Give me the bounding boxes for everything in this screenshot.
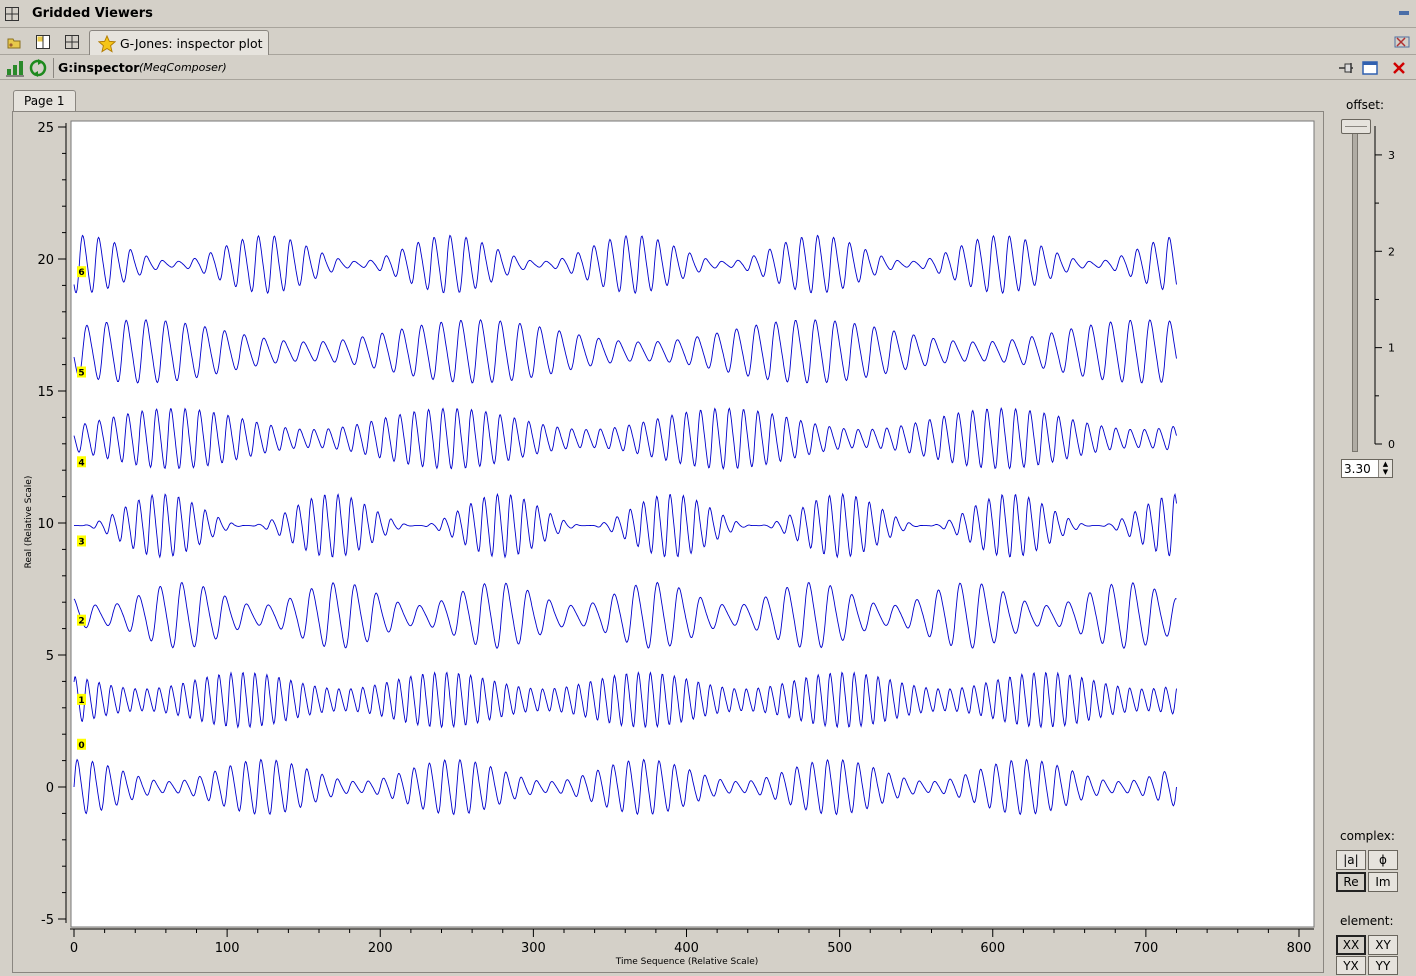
close-icon[interactable] bbox=[1390, 59, 1408, 77]
x-axis-label: Time Sequence (Relative Scale) bbox=[615, 957, 759, 967]
x-tick-label: 800 bbox=[1287, 941, 1312, 956]
y-tick-label: 5 bbox=[46, 649, 54, 664]
offset-value[interactable]: 3.30 bbox=[1344, 462, 1371, 476]
y-axis-label: Real (Relative Scale) bbox=[24, 476, 34, 569]
x-tick-label: 400 bbox=[674, 941, 699, 956]
slider-scale-label: 0 bbox=[1388, 438, 1395, 451]
spin-up-icon[interactable]: ▲ bbox=[1379, 460, 1392, 468]
spin-down-icon[interactable]: ▼ bbox=[1379, 468, 1392, 476]
slider-scale-label: 2 bbox=[1388, 245, 1395, 258]
element-label: element: bbox=[1340, 914, 1394, 928]
y-tick-label: 0 bbox=[46, 781, 54, 796]
series-label-5: 5 bbox=[78, 369, 84, 379]
series-label-4: 4 bbox=[78, 458, 84, 468]
slider-scale-label: 3 bbox=[1388, 149, 1395, 162]
offset-label: offset: bbox=[1346, 98, 1384, 112]
element-xx-button[interactable]: XX bbox=[1336, 935, 1366, 955]
close-tabs-icon[interactable] bbox=[1394, 36, 1410, 48]
line-chart[interactable]: -505101520250 100 200 300 400 500 600 700 800 01… bbox=[0, 0, 1330, 976]
y-tick-label: -5 bbox=[41, 913, 54, 928]
app-window: Gridded Viewers G-Jones: inspector plot bbox=[0, 0, 1416, 976]
y-tick-label: 10 bbox=[37, 517, 54, 532]
y-tick-label: 25 bbox=[37, 121, 54, 136]
y-tick-label: 15 bbox=[37, 385, 54, 400]
series-label-1: 1 bbox=[78, 696, 84, 706]
complex-abs-button[interactable]: |a| bbox=[1336, 850, 1366, 870]
complex-phase-button[interactable]: ϕ bbox=[1368, 850, 1398, 870]
series-label-0: 0 bbox=[78, 741, 84, 751]
offset-slider-track[interactable] bbox=[1352, 122, 1358, 452]
offset-spin-arrows[interactable]: ▲ ▼ bbox=[1378, 460, 1392, 477]
x-tick-label: 500 bbox=[827, 941, 852, 956]
series-label-6: 6 bbox=[78, 268, 84, 278]
x-tick-label: 300 bbox=[521, 941, 546, 956]
minimize-icon[interactable] bbox=[1398, 8, 1410, 18]
plot-background bbox=[70, 120, 1315, 928]
x-tick-label: 700 bbox=[1133, 941, 1158, 956]
offset-slider-handle[interactable] bbox=[1341, 119, 1371, 134]
y-tick-label: 20 bbox=[37, 253, 54, 268]
x-tick-label: 600 bbox=[980, 941, 1005, 956]
complex-imag-button[interactable]: Im bbox=[1368, 872, 1398, 892]
offset-spinbox[interactable]: 3.30 ▲ ▼ bbox=[1341, 459, 1393, 478]
x-tick-label: 200 bbox=[368, 941, 393, 956]
complex-label: complex: bbox=[1340, 829, 1395, 843]
series-label-3: 3 bbox=[78, 537, 84, 547]
series-label-2: 2 bbox=[78, 617, 84, 627]
element-xy-button[interactable]: XY bbox=[1368, 935, 1398, 955]
slider-scale-label: 1 bbox=[1388, 342, 1395, 355]
pin-icon[interactable] bbox=[1337, 59, 1355, 77]
x-tick-label: 0 bbox=[70, 941, 78, 956]
x-tick-label: 100 bbox=[215, 941, 240, 956]
offset-slider-scale: 3 2 1 0 bbox=[1374, 126, 1395, 451]
element-yy-button[interactable]: YY bbox=[1368, 956, 1398, 975]
element-yx-button[interactable]: YX bbox=[1336, 956, 1366, 975]
detach-icon[interactable] bbox=[1361, 59, 1379, 77]
complex-real-button[interactable]: Re bbox=[1336, 872, 1366, 892]
